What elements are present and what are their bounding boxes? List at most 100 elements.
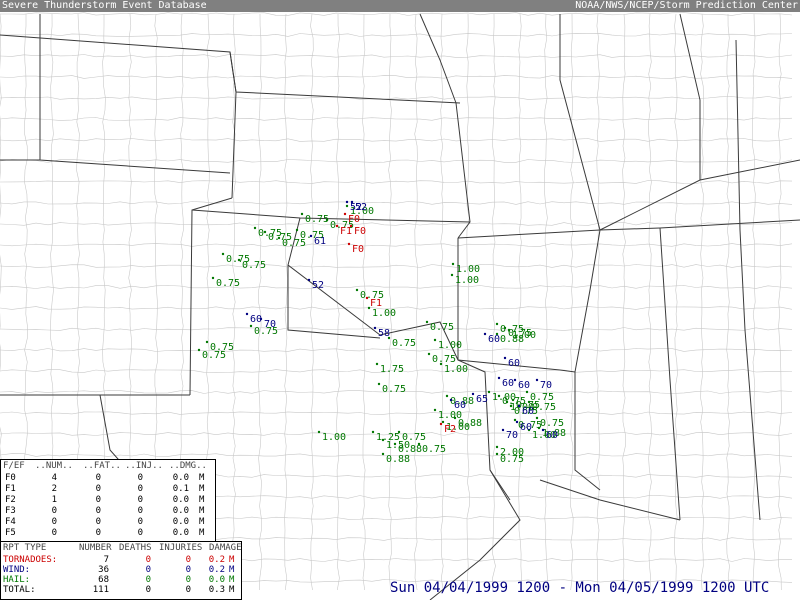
agency-title: NOAA/NWS/NCEP/Storm Prediction Center bbox=[575, 0, 798, 11]
fscale-cell-num: 0 bbox=[51, 506, 57, 516]
report-cell-unit: M bbox=[229, 555, 235, 565]
fscale-cell-inj: 0 bbox=[137, 517, 143, 527]
fscale-cell-num: 0 bbox=[51, 528, 57, 538]
hail-report: 1.00 bbox=[455, 275, 479, 286]
rpt-header-type: RPT TYPE bbox=[3, 543, 47, 553]
state-boundary bbox=[457, 227, 661, 239]
hail-report: 1.00 bbox=[322, 432, 346, 443]
hail-report-dot bbox=[487, 390, 491, 394]
report-row: WIND: 36 0 0 0.2 M bbox=[1, 565, 241, 575]
hail-report-dot bbox=[381, 452, 385, 456]
state-boundary bbox=[559, 229, 601, 373]
report-cell-deaths: 0 bbox=[145, 585, 151, 595]
fscale-cell-fat: 0 bbox=[95, 528, 101, 538]
fscale-header-num: ..NUM.. bbox=[35, 461, 73, 471]
report-cell-injuries: 0 bbox=[185, 585, 191, 595]
county-line bbox=[778, 13, 782, 591]
fscale-cell-fat: 0 bbox=[95, 484, 101, 494]
wind-report-dot bbox=[245, 312, 249, 316]
hail-report-dot bbox=[535, 416, 539, 420]
report-cell-injuries: 0 bbox=[185, 555, 191, 565]
wind-report-dot bbox=[449, 398, 453, 402]
report-cell-type: TORNADOES: bbox=[3, 555, 58, 565]
fscale-cell-unit: M bbox=[199, 473, 205, 483]
county-line bbox=[674, 13, 678, 591]
wind-report-dot bbox=[471, 392, 475, 396]
fscale-cell-f: F1 bbox=[5, 484, 16, 494]
report-row: HAIL: 68 0 0 0.0 M bbox=[1, 575, 241, 585]
hail-report-dot bbox=[507, 328, 511, 332]
county-line bbox=[232, 13, 236, 591]
fscale-cell-fat: 0 bbox=[95, 473, 101, 483]
fscale-cell-unit: M bbox=[199, 528, 205, 538]
wind-report: 60 bbox=[518, 380, 530, 391]
hail-report-dot bbox=[249, 324, 253, 328]
county-line bbox=[622, 13, 626, 591]
hail-report-dot bbox=[451, 262, 455, 266]
wind-report-dot bbox=[497, 376, 501, 380]
wind-report: 52 bbox=[355, 202, 367, 213]
fscale-row: F0 4 0 0 0.0 M bbox=[1, 473, 215, 483]
wind-report: 70 bbox=[540, 380, 552, 391]
fscale-cell-dmg: 0.0 bbox=[172, 473, 189, 483]
fscale-cell-inj: 0 bbox=[137, 528, 143, 538]
county-line bbox=[0, 180, 793, 184]
wind-report: 70 bbox=[506, 430, 518, 441]
state-boundary bbox=[735, 39, 761, 521]
county-line bbox=[0, 12, 793, 16]
report-cell-number: 68 bbox=[98, 575, 109, 585]
fscale-cell-f: F0 bbox=[5, 473, 16, 483]
fscale-cell-f: F3 bbox=[5, 506, 16, 516]
tornado-report: F1 bbox=[370, 298, 382, 309]
hail-report: 0.75 bbox=[422, 444, 446, 455]
county-line bbox=[0, 327, 793, 331]
hail-report-dot bbox=[417, 442, 421, 446]
county-line bbox=[0, 411, 793, 415]
fscale-row: F5 0 0 0 0.0 M bbox=[1, 528, 215, 538]
wind-report: 52 bbox=[312, 280, 324, 291]
report-cell-number: 7 bbox=[103, 555, 109, 565]
state-boundary bbox=[679, 13, 701, 180]
hail-report-dot bbox=[527, 400, 531, 404]
wind-report-dot bbox=[535, 378, 539, 382]
wind-report: 60 bbox=[522, 406, 534, 417]
hail-report: 0.75 bbox=[202, 350, 226, 361]
hail-report: 1.00 bbox=[456, 264, 480, 275]
hail-report-dot bbox=[317, 430, 321, 434]
fscale-cell-fat: 0 bbox=[95, 506, 101, 516]
fscale-row: F1 2 0 0 0.1 M bbox=[1, 484, 215, 494]
rpt-header-deaths: DEATHS bbox=[119, 543, 152, 553]
fscale-cell-num: 2 bbox=[51, 484, 57, 494]
county-line bbox=[388, 13, 392, 591]
report-cell-type: TOTAL: bbox=[3, 585, 36, 595]
fscale-cell-fat: 0 bbox=[95, 495, 101, 505]
report-cell-type: HAIL: bbox=[3, 575, 31, 585]
tornado-report: F0 bbox=[348, 214, 360, 225]
hail-report-dot bbox=[495, 452, 499, 456]
county-line bbox=[0, 54, 793, 58]
county-line bbox=[0, 222, 793, 226]
county-line bbox=[0, 159, 793, 163]
hail-report-dot bbox=[325, 218, 329, 222]
hail-report-dot bbox=[205, 340, 209, 344]
report-cell-deaths: 0 bbox=[145, 555, 151, 565]
county-line bbox=[0, 96, 793, 100]
wind-report: 58 bbox=[378, 328, 390, 339]
hail-report: 0.88 bbox=[458, 418, 482, 429]
report-cell-damage: 0.0 bbox=[208, 575, 225, 585]
wind-report-dot bbox=[541, 428, 545, 432]
hail-report: 0.75 bbox=[216, 278, 240, 289]
hail-report: 0.88 bbox=[500, 334, 524, 345]
fscale-row: F2 1 0 0 0.0 M bbox=[1, 495, 215, 505]
wind-report-dot bbox=[373, 326, 377, 330]
county-line bbox=[0, 33, 793, 37]
county-line bbox=[700, 13, 704, 591]
hail-report-dot bbox=[509, 404, 513, 408]
hail-report-dot bbox=[253, 226, 257, 230]
tornado-report-dot bbox=[335, 224, 339, 228]
hail-report: 0.75 bbox=[432, 354, 456, 365]
wind-report-dot bbox=[501, 428, 505, 432]
county-line bbox=[0, 75, 793, 79]
hail-report: 0.75 bbox=[305, 214, 329, 225]
county-line bbox=[284, 13, 288, 591]
